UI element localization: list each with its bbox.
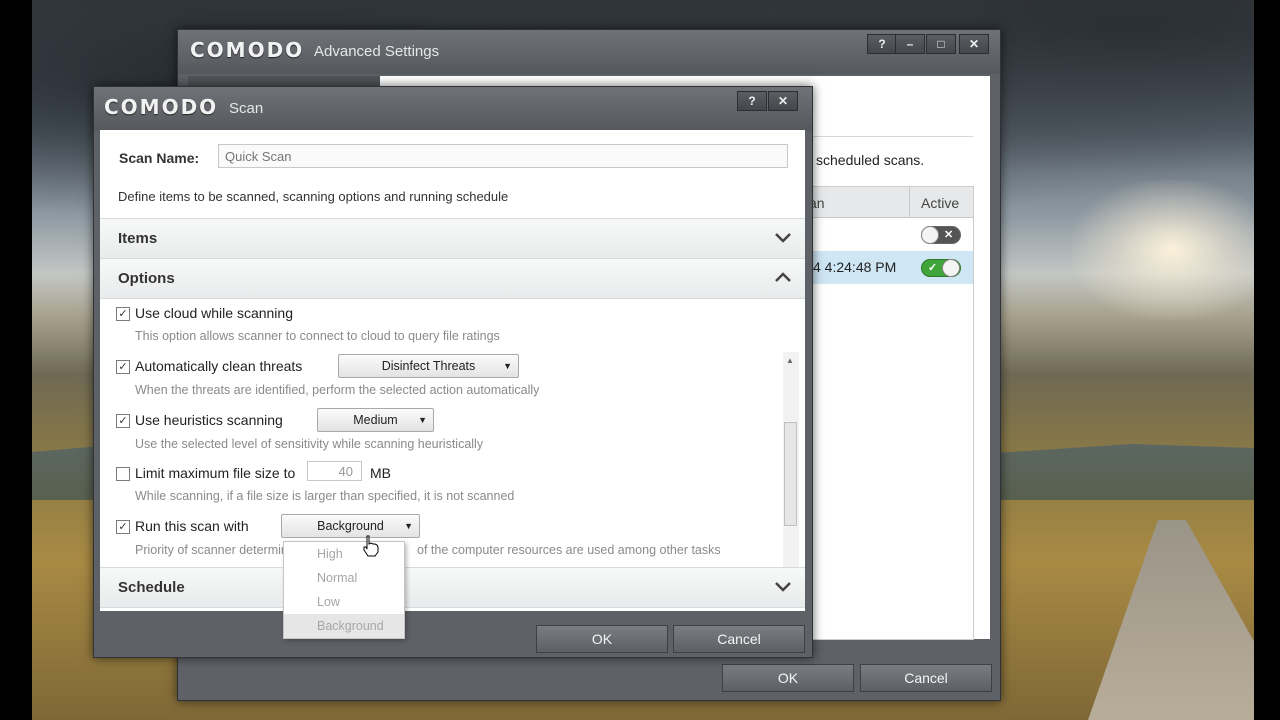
limit-size-desc: While scanning, if a file size is larger… [135, 489, 515, 503]
dialog-title: Scan [229, 100, 264, 117]
use-cloud-desc: This option allows scanner to connect to… [135, 329, 500, 343]
clean-action-dropdown[interactable]: Disinfect Threats ▼ [338, 354, 519, 378]
heuristics-checkbox[interactable]: ✓ [116, 414, 130, 428]
scan-name-label: Scan Name: [119, 150, 200, 166]
wallpaper-sunlight [1072, 180, 1254, 320]
column-header-active[interactable]: Active [921, 195, 959, 211]
comodo-logo: COMODO [104, 95, 219, 119]
letterbox-right [1254, 0, 1280, 720]
run-with-desc-right: of the computer resources are used among… [417, 543, 721, 557]
comodo-logo: COMODO [190, 38, 305, 62]
limit-size-checkbox[interactable] [116, 467, 130, 481]
dropdown-arrow-icon: ▼ [503, 361, 512, 371]
size-unit-label: MB [370, 465, 391, 481]
options-scrollbar[interactable]: ▲ ▼ [783, 352, 799, 597]
clean-action-value: Disinfect Threats [381, 359, 476, 373]
active-toggle-off[interactable]: ✕ [921, 226, 961, 244]
scan-dialog-titlebar[interactable]: COMODO Scan ? ✕ [94, 87, 812, 131]
limit-size-label: Limit maximum file size to [135, 465, 296, 481]
auto-clean-desc: When the threats are identified, perform… [135, 383, 540, 397]
define-text: Define items to be scanned, scanning opt… [118, 189, 509, 204]
use-cloud-label: Use cloud while scanning [135, 305, 293, 321]
maximize-button[interactable]: □ [926, 34, 956, 54]
priority-option-low[interactable]: Low [284, 590, 404, 614]
items-section-title: Items [118, 230, 158, 247]
run-with-checkbox[interactable]: ✓ [116, 520, 130, 534]
heuristics-label: Use heuristics scanning [135, 412, 283, 428]
scan-time: 4 4:24:48 PM [813, 259, 897, 275]
options-section-header[interactable]: Options [100, 258, 805, 299]
grid-header: an Active [809, 187, 973, 218]
priority-dropdown[interactable]: Background ▼ [281, 514, 420, 538]
priority-value: Background [317, 519, 384, 533]
heuristics-desc: Use the selected level of sensitivity wh… [135, 437, 484, 451]
window-title: Advanced Settings [314, 43, 440, 60]
scan-dialog-content: Scan Name: Define items to be scanned, s… [100, 130, 805, 611]
auto-clean-label: Automatically clean threats [135, 358, 303, 374]
chevron-down-icon [775, 582, 791, 592]
wallpaper-road [1088, 520, 1254, 720]
max-file-size-input[interactable]: 40 [307, 461, 362, 481]
minimize-button[interactable]: – [895, 34, 925, 54]
x-icon: ✕ [944, 229, 954, 241]
scheduled-scans-grid: an Active ✕ 4 4:24:48 PM ✓ [808, 186, 974, 640]
scroll-up-icon[interactable]: ▲ [786, 356, 794, 365]
priority-option-background[interactable]: Background [284, 614, 404, 638]
items-section-header[interactable]: Items [100, 218, 805, 259]
dropdown-arrow-icon: ▼ [404, 521, 413, 531]
table-row[interactable]: ✕ [809, 218, 973, 251]
heuristics-level-value: Medium [353, 413, 398, 427]
run-with-label: Run this scan with [135, 518, 249, 534]
advanced-settings-titlebar[interactable]: COMODO Advanced Settings ? – □ ✕ [178, 30, 1000, 74]
auto-clean-checkbox[interactable]: ✓ [116, 360, 130, 374]
heuristics-level-dropdown[interactable]: Medium ▼ [317, 408, 434, 432]
scan-ok-button[interactable]: OK [536, 625, 668, 653]
options-section-title: Options [118, 270, 175, 287]
priority-option-normal[interactable]: Normal [284, 566, 404, 590]
toggle-knob [942, 259, 960, 277]
help-button[interactable]: ? [867, 34, 897, 54]
chevron-down-icon [775, 233, 791, 243]
scan-cancel-button[interactable]: Cancel [673, 625, 805, 653]
toggle-knob [921, 226, 939, 244]
priority-option-high[interactable]: High [284, 542, 404, 566]
scrollbar-thumb[interactable] [784, 422, 797, 526]
chevron-up-icon [775, 272, 791, 282]
advanced-cancel-button[interactable]: Cancel [860, 664, 992, 692]
close-button[interactable]: ✕ [768, 91, 798, 111]
active-toggle-on[interactable]: ✓ [921, 259, 961, 277]
table-row[interactable]: 4 4:24:48 PM ✓ [809, 251, 973, 284]
letterbox-left [0, 0, 32, 720]
advanced-ok-button[interactable]: OK [722, 664, 854, 692]
priority-dropdown-menu: High Normal Low Background [283, 541, 405, 639]
run-with-desc-left: Priority of scanner determines [135, 543, 302, 557]
dropdown-arrow-icon: ▼ [418, 415, 427, 425]
hand-cursor-icon [363, 535, 379, 557]
close-button[interactable]: ✕ [959, 34, 989, 54]
help-button[interactable]: ? [737, 91, 767, 111]
info-text: scheduled scans. [816, 152, 925, 168]
scan-dialog: COMODO Scan ? ✕ Scan Name: Define items … [93, 86, 813, 658]
check-icon: ✓ [928, 262, 938, 274]
scan-name-input[interactable] [218, 144, 788, 168]
use-cloud-checkbox[interactable]: ✓ [116, 307, 130, 321]
schedule-section-title: Schedule [118, 579, 185, 596]
schedule-section-header[interactable]: Schedule [100, 567, 805, 608]
